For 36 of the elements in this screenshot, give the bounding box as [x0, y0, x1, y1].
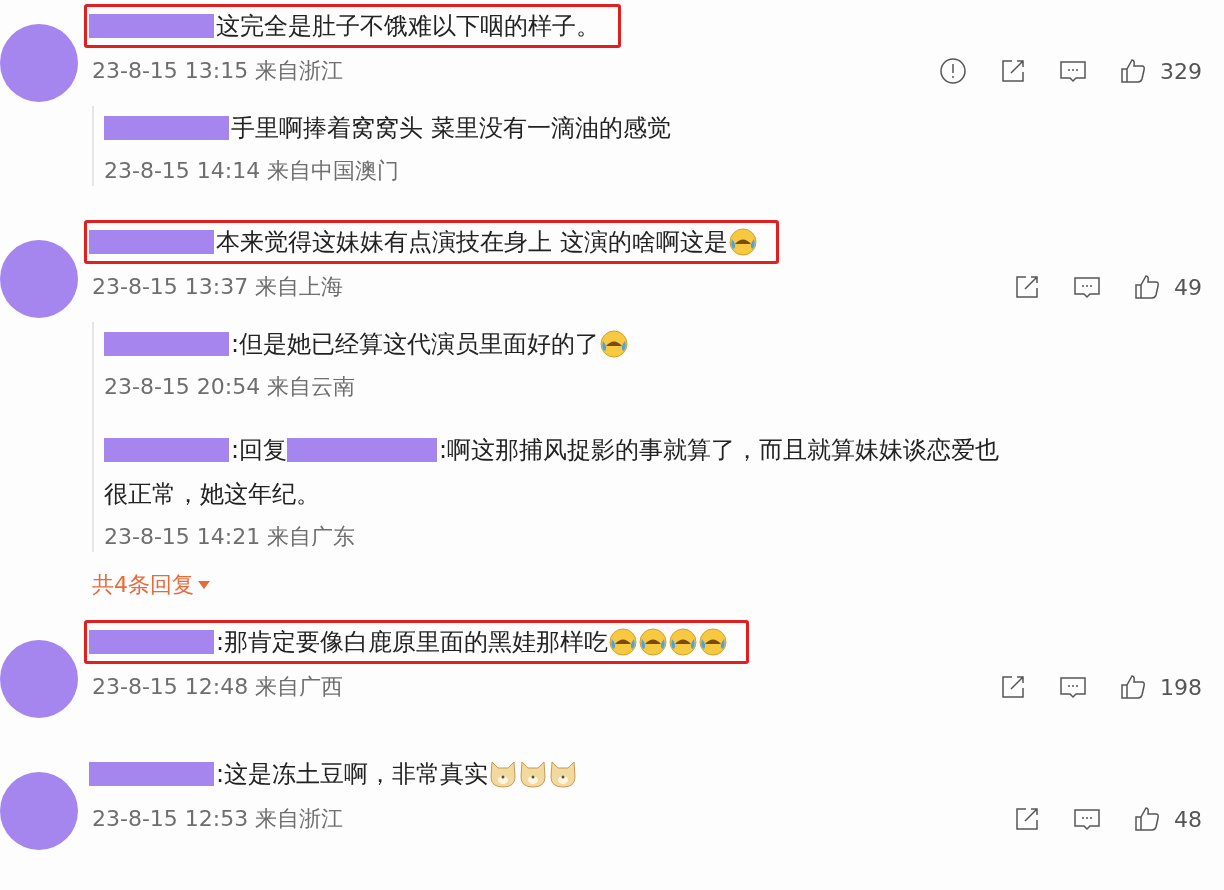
comment-time: 23-8-15 13:37 来自上海 [92, 273, 344, 301]
laughing-crying-emoji-icon [638, 627, 669, 657]
comment-time: 23-8-15 12:53 来自浙江 [92, 805, 344, 833]
report-icon[interactable] [938, 56, 968, 86]
dog-emoji-icon [518, 759, 549, 789]
comment-text: 本来觉得这妹妹有点演技在身上 这演的啥啊这是 [216, 227, 728, 258]
comment-time: 23-8-15 12:48 来自广西 [92, 673, 344, 701]
thumbs-up-icon[interactable] [1132, 272, 1162, 302]
like-count: 329 [1160, 58, 1202, 84]
like-count: 48 [1174, 806, 1202, 832]
comment-text: :回复 [231, 435, 288, 466]
comment-text: :啊这那捕风捉影的事就算了，而且就算妹妹谈恋爱也 [439, 435, 1000, 466]
comment-text: :但是她已经算这代演员里面好的了 [231, 329, 600, 360]
thumbs-up-icon[interactable] [1132, 804, 1162, 834]
comment-text: 很正常，她这年纪。 [104, 479, 320, 510]
comment-text: :那肯定要像白鹿原里面的黑娃那样吃 [216, 627, 609, 658]
comment-text: 手里啊捧着窝窝头 菜里没有一滴油的感觉 [231, 113, 671, 144]
laughing-crying-emoji-icon [668, 627, 699, 657]
laughing-crying-emoji-icon [727, 227, 758, 257]
comment-text: :这是冻土豆啊，非常真实 [216, 759, 489, 790]
more-replies-link[interactable]: 共4条回复 [92, 570, 210, 600]
laughing-crying-emoji-icon [599, 329, 630, 359]
comment-text: 这完全是肚子不饿难以下咽的样子。 [216, 11, 600, 42]
laughing-crying-emoji-icon [698, 627, 729, 657]
dog-emoji-icon [488, 759, 519, 789]
comment-time: 23-8-15 13:15 来自浙江 [92, 57, 344, 85]
laughing-crying-emoji-icon [608, 627, 639, 657]
like-count: 49 [1174, 274, 1202, 300]
thumbs-up-icon[interactable] [1118, 672, 1148, 702]
reply-time: 23-8-15 14:21 来自广东 [104, 523, 357, 551]
thumbs-up-icon[interactable] [1118, 56, 1148, 86]
reply-time: 23-8-15 20:54 来自云南 [104, 373, 357, 401]
like-count: 198 [1160, 674, 1202, 700]
dog-emoji-icon [548, 759, 579, 789]
caret-icon [198, 581, 210, 589]
reply-time: 23-8-15 14:14 来自中国澳门 [104, 157, 401, 185]
